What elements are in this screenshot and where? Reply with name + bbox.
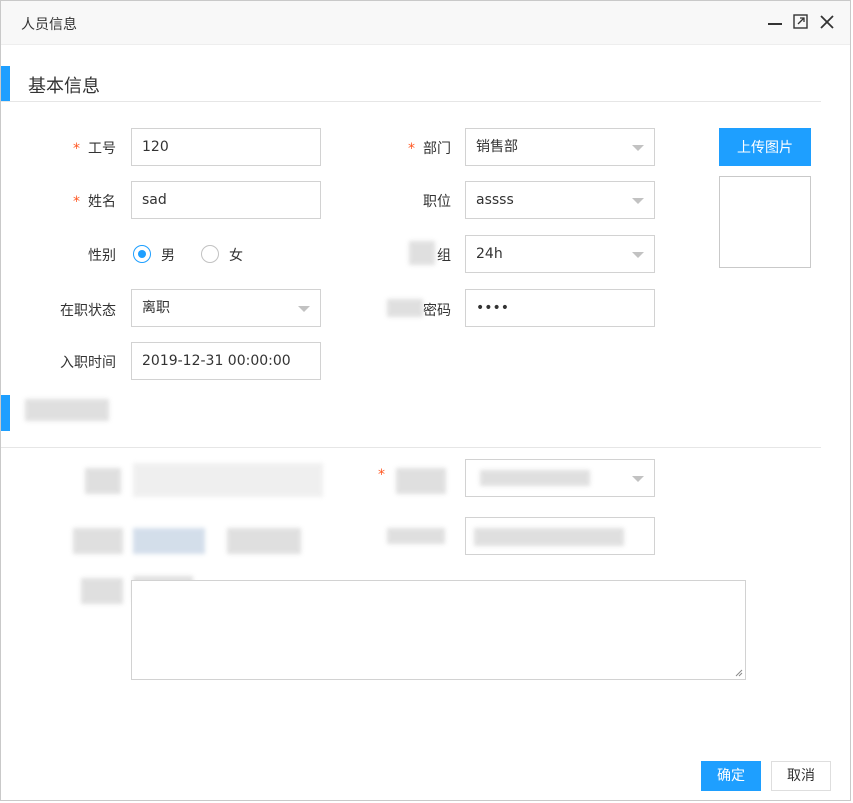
resize-grip-icon[interactable]: [735, 669, 743, 677]
redacted-input: [133, 463, 323, 497]
gender-radio-male[interactable]: [133, 245, 151, 263]
name-input[interactable]: sad: [131, 181, 321, 219]
photo-preview: [719, 176, 811, 268]
chevron-down-icon: [632, 198, 644, 204]
employment-status-label: 在职状态: [60, 303, 116, 319]
redacted-section-title: [25, 399, 109, 421]
redacted-input[interactable]: [465, 517, 655, 555]
close-icon[interactable]: [818, 13, 836, 31]
section-accent-bar-2: [1, 395, 10, 431]
required-mark: *: [378, 467, 385, 483]
gender-male-label[interactable]: 男: [161, 245, 175, 265]
chevron-down-icon: [298, 306, 310, 312]
group-value: 24h: [476, 246, 503, 262]
redacted-label: [396, 468, 446, 494]
redacted-label: [81, 578, 123, 604]
group-select[interactable]: 24h: [465, 235, 655, 273]
name-label: * 姓名: [73, 194, 116, 210]
upload-image-button[interactable]: 上传图片: [719, 128, 811, 166]
password-label: 密码: [423, 303, 451, 319]
cancel-button[interactable]: 取消: [771, 761, 831, 791]
position-label: 职位: [423, 194, 451, 210]
section-title-basic: 基本信息: [28, 76, 100, 97]
redacted-label: [387, 528, 445, 544]
department-select[interactable]: 销售部: [465, 128, 655, 166]
employment-status-value: 离职: [142, 300, 170, 316]
person-info-dialog: 人员信息 基本信息 * 工号 120 * 姓名 sad 性别 男 女 在职状态 离职…: [0, 0, 851, 801]
hire-time-label: 入职时间: [60, 355, 116, 371]
department-label: * 部门: [408, 141, 451, 157]
redacted-select[interactable]: [465, 459, 655, 497]
chevron-down-icon: [632, 252, 644, 258]
redacted-radio-group: [227, 528, 301, 554]
section-divider-2: [1, 447, 821, 448]
section-divider: [1, 101, 821, 102]
password-input[interactable]: ••••: [465, 289, 655, 327]
chevron-down-icon: [632, 476, 644, 482]
employee-no-input[interactable]: 120: [131, 128, 321, 166]
section-accent-bar: [1, 66, 10, 102]
gender-label: 性别: [88, 248, 116, 264]
position-select[interactable]: assss: [465, 181, 655, 219]
gender-radio-female[interactable]: [201, 245, 219, 263]
hire-time-input[interactable]: 2019-12-31 00:00:00: [131, 342, 321, 380]
chevron-down-icon: [632, 145, 644, 151]
redacted-radio-group: [133, 528, 205, 554]
employee-no-label: * 工号: [73, 141, 116, 157]
group-label: 组: [437, 248, 451, 264]
redacted-value: [474, 528, 624, 546]
redacted-label: [85, 468, 121, 494]
redacted-value: [480, 470, 590, 486]
department-value: 销售部: [476, 139, 518, 155]
dialog-titlebar: 人员信息: [1, 1, 850, 45]
minimize-icon[interactable]: [766, 13, 784, 31]
position-value: assss: [476, 192, 514, 208]
gender-female-label[interactable]: 女: [229, 245, 243, 265]
maximize-icon[interactable]: [792, 13, 810, 31]
remarks-textarea[interactable]: [131, 580, 746, 680]
redacted-label: [73, 528, 123, 554]
employment-status-select[interactable]: 离职: [131, 289, 321, 327]
dialog-title: 人员信息: [21, 17, 77, 33]
confirm-button[interactable]: 确定: [701, 761, 761, 791]
